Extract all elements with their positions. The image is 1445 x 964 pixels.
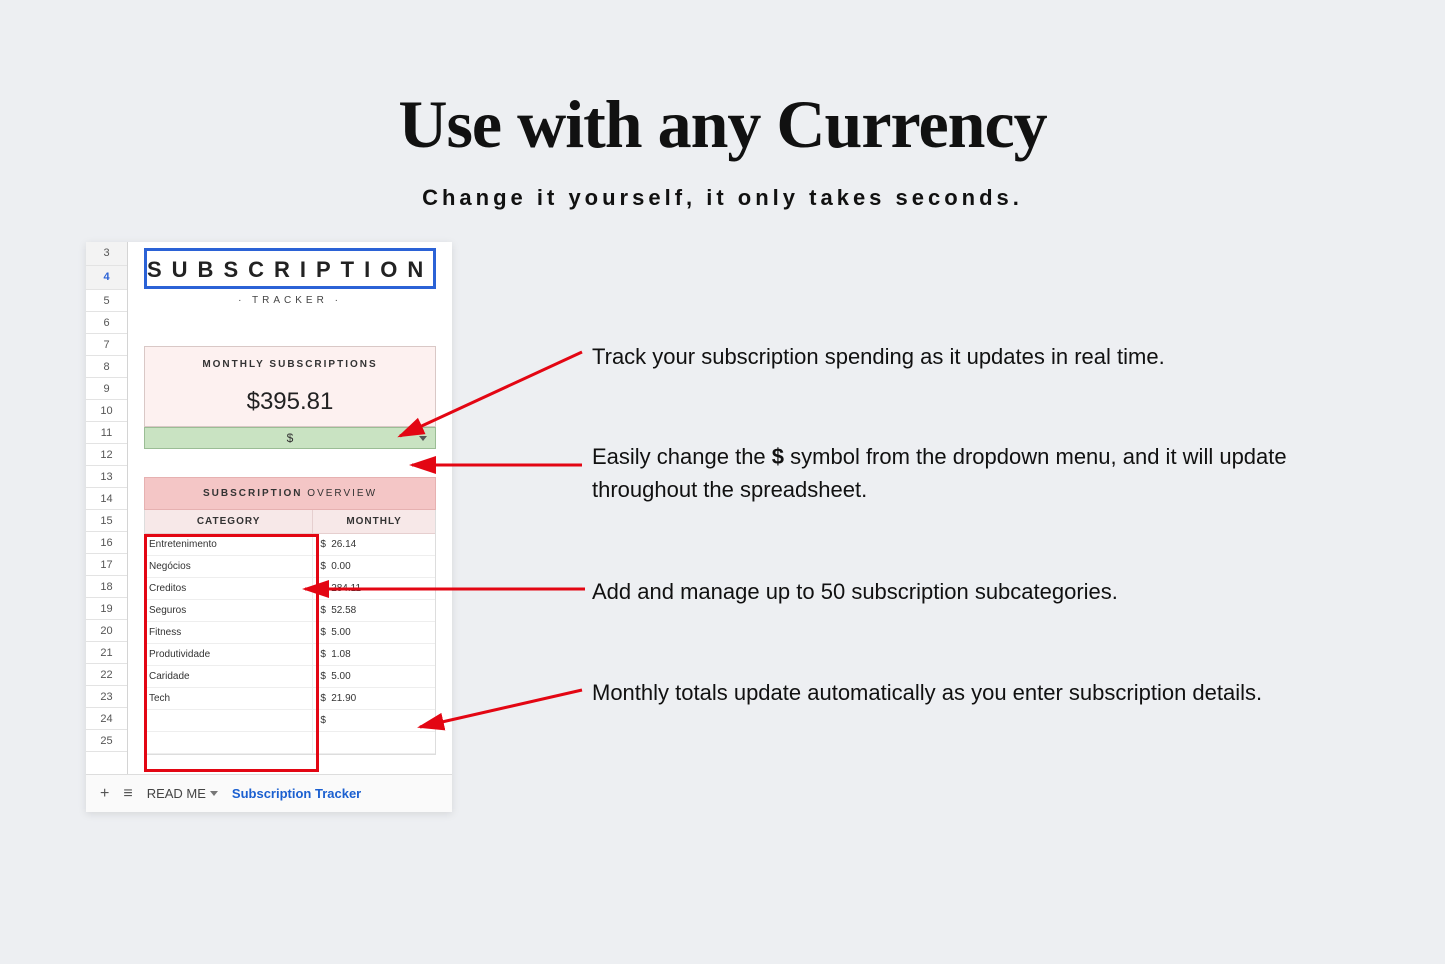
row-number-gutter: 345678910111213141516171819202122232425	[86, 242, 128, 774]
row-number: 23	[86, 686, 127, 708]
overview-header-bold: SUBSCRIPTION	[203, 488, 303, 499]
sheet-tab-bar: + ≡ READ ME Subscription Tracker	[86, 774, 452, 812]
cell-category: Produtividade	[145, 644, 313, 665]
cell-category: Fitness	[145, 622, 313, 643]
row-number: 25	[86, 730, 127, 752]
table-row[interactable]: $	[145, 710, 435, 732]
cell-amount: 5.00	[327, 666, 435, 687]
table-row[interactable]	[145, 732, 435, 754]
cell-currency-symbol: $	[313, 556, 327, 577]
table-row[interactable]: Creditos$284.11	[145, 578, 435, 600]
cell-currency-symbol: $	[313, 578, 327, 599]
row-number: 14	[86, 488, 127, 510]
cell-amount: 284.11	[327, 578, 435, 599]
row-number: 10	[86, 400, 127, 422]
col-category: CATEGORY	[145, 510, 313, 533]
spreadsheet-preview: 345678910111213141516171819202122232425 …	[86, 242, 452, 812]
row-number: 18	[86, 576, 127, 598]
callout-2: Easily change the $ symbol from the drop…	[592, 440, 1292, 506]
overview-header: SUBSCRIPTION OVERVIEW	[144, 477, 436, 510]
cell-currency-symbol: $	[313, 600, 327, 621]
table-row[interactable]: Seguros$52.58	[145, 600, 435, 622]
cell-currency-symbol: $	[313, 688, 327, 709]
cell-currency-symbol: $	[313, 666, 327, 687]
row-number: 3	[86, 242, 127, 266]
row-number: 13	[86, 466, 127, 488]
cell-category: Seguros	[145, 600, 313, 621]
cell-currency-symbol: $	[313, 534, 327, 555]
cell-currency-symbol: $	[313, 710, 327, 731]
row-number: 20	[86, 620, 127, 642]
cell-amount	[327, 710, 435, 731]
callout-1: Track your subscription spending as it u…	[592, 340, 1165, 373]
table-row[interactable]: Fitness$5.00	[145, 622, 435, 644]
cell-category: Tech	[145, 688, 313, 709]
monthly-subscriptions-box: MONTHLY SUBSCRIPTIONS $395.81	[144, 346, 436, 427]
cell-amount: 0.00	[327, 556, 435, 577]
row-number: 16	[86, 532, 127, 554]
cell-category: Caridade	[145, 666, 313, 687]
title-main: SUBSCRIPTION	[147, 257, 433, 283]
cell-amount: 5.00	[327, 622, 435, 643]
cell-currency-symbol	[313, 732, 327, 753]
row-number: 5	[86, 290, 127, 312]
chevron-down-icon	[419, 436, 427, 441]
row-number: 7	[86, 334, 127, 356]
cell-category: Negócios	[145, 556, 313, 577]
cell-currency-symbol: $	[313, 622, 327, 643]
row-number: 21	[86, 642, 127, 664]
cell-amount: 52.58	[327, 600, 435, 621]
sheet-body: SUBSCRIPTION · TRACKER · MONTHLY SUBSCRI…	[128, 242, 452, 774]
row-number: 8	[86, 356, 127, 378]
table-row[interactable]: Caridade$5.00	[145, 666, 435, 688]
row-number: 17	[86, 554, 127, 576]
cell-category	[145, 710, 313, 731]
monthly-amount: $395.81	[145, 388, 435, 416]
table-row[interactable]: Entretenimento$26.14	[145, 534, 435, 556]
monthly-label: MONTHLY SUBSCRIPTIONS	[145, 359, 435, 370]
row-number: 22	[86, 664, 127, 686]
add-sheet-button[interactable]: +	[100, 785, 109, 803]
overview-header-rest: OVERVIEW	[303, 488, 378, 499]
page-headline: Use with any Currency	[0, 85, 1445, 164]
table-header: CATEGORY MONTHLY	[145, 510, 435, 534]
row-number: 12	[86, 444, 127, 466]
table-row[interactable]: Produtividade$1.08	[145, 644, 435, 666]
cell-category	[145, 732, 313, 753]
cell-amount	[327, 732, 435, 753]
cell-category: Creditos	[145, 578, 313, 599]
cell-amount: 21.90	[327, 688, 435, 709]
chevron-down-icon	[210, 791, 218, 796]
title-box: SUBSCRIPTION	[144, 248, 436, 289]
row-number: 11	[86, 422, 127, 444]
currency-selected: $	[287, 431, 294, 445]
all-sheets-button[interactable]: ≡	[123, 785, 132, 803]
cell-amount: 26.14	[327, 534, 435, 555]
title-sub: · TRACKER ·	[128, 295, 452, 306]
row-number: 9	[86, 378, 127, 400]
row-number: 15	[86, 510, 127, 532]
row-number: 4	[86, 266, 127, 290]
tab-readme[interactable]: READ ME	[147, 786, 218, 801]
row-number: 24	[86, 708, 127, 730]
callout-2-bold: $	[772, 444, 784, 469]
callout-3: Add and manage up to 50 subscription sub…	[592, 575, 1118, 608]
page-subhead: Change it yourself, it only takes second…	[0, 185, 1445, 211]
tab-readme-label: READ ME	[147, 786, 206, 801]
row-number: 19	[86, 598, 127, 620]
cell-category: Entretenimento	[145, 534, 313, 555]
tab-subscription-tracker[interactable]: Subscription Tracker	[232, 786, 361, 801]
table-row[interactable]: Negócios$0.00	[145, 556, 435, 578]
table-row[interactable]: Tech$21.90	[145, 688, 435, 710]
cell-currency-symbol: $	[313, 644, 327, 665]
overview-table: CATEGORY MONTHLY Entretenimento$26.14Neg…	[144, 510, 436, 755]
callout-2a: Easily change the	[592, 444, 772, 469]
callout-4: Monthly totals update automatically as y…	[592, 676, 1262, 709]
col-monthly: MONTHLY	[313, 510, 435, 533]
cell-amount: 1.08	[327, 644, 435, 665]
currency-dropdown[interactable]: $	[144, 427, 436, 449]
row-number: 6	[86, 312, 127, 334]
